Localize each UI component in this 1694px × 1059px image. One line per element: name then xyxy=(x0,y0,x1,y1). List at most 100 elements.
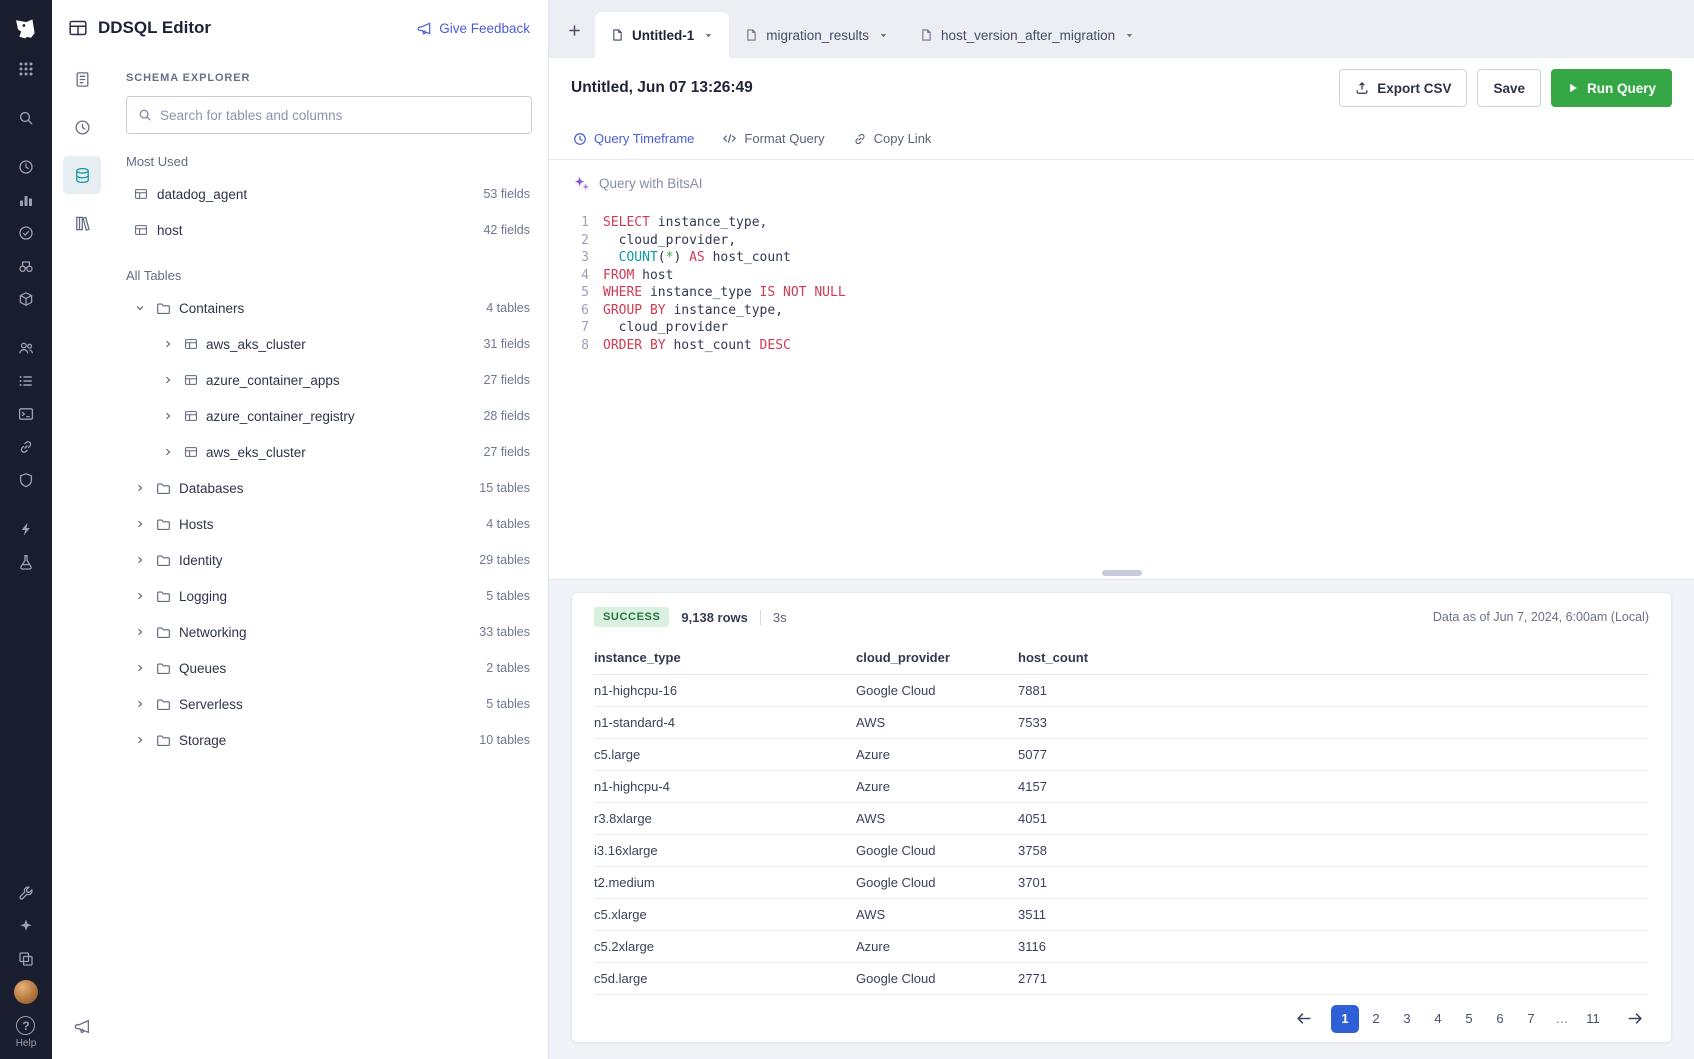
chevron-right-icon[interactable] xyxy=(160,372,176,388)
schema-search[interactable] xyxy=(126,96,532,134)
security-icon[interactable] xyxy=(8,463,44,496)
chevron-right-icon[interactable] xyxy=(132,732,148,748)
table-row-azure-container-registry[interactable]: azure_container_registry28 fields xyxy=(120,398,532,434)
chevron-right-icon[interactable] xyxy=(132,696,148,712)
apps-grid-icon[interactable] xyxy=(8,52,44,85)
page-11[interactable]: 11 xyxy=(1579,1005,1607,1033)
integrations-icon[interactable] xyxy=(8,282,44,315)
page-5[interactable]: 5 xyxy=(1455,1005,1483,1033)
column-header[interactable]: cloud_provider xyxy=(856,650,1018,665)
feedback-megaphone-icon[interactable] xyxy=(63,1007,101,1045)
chevron-right-icon[interactable] xyxy=(132,660,148,676)
chevron-down-icon[interactable] xyxy=(879,31,888,40)
search-input[interactable] xyxy=(160,108,520,123)
cell: 3511 xyxy=(1018,907,1649,922)
sql-editor[interactable]: 12345678 SELECT instance_type, cloud_pro… xyxy=(549,206,1694,566)
logs-icon[interactable] xyxy=(8,364,44,397)
table-row-aws-aks-cluster[interactable]: aws_aks_cluster31 fields xyxy=(120,326,532,362)
page-3[interactable]: 3 xyxy=(1393,1005,1421,1033)
table-row-n1-standard-4[interactable]: n1-standard-4AWS7533 xyxy=(594,707,1649,739)
table-row-c5-xlarge[interactable]: c5.xlargeAWS3511 xyxy=(594,899,1649,931)
most-used-item-host[interactable]: host42 fields xyxy=(120,212,532,248)
labs-icon[interactable] xyxy=(8,545,44,578)
help-button[interactable]: ? Help xyxy=(16,1016,37,1049)
folder-row-storage[interactable]: Storage10 tables xyxy=(120,722,532,758)
query-with-bitsai-button[interactable]: Query with BitsAI xyxy=(549,160,1694,206)
give-feedback-link[interactable]: Give Feedback xyxy=(417,21,530,36)
chevron-right-icon[interactable] xyxy=(160,408,176,424)
status-divider xyxy=(760,610,761,625)
chevron-down-icon[interactable] xyxy=(704,31,713,40)
format-query-button[interactable]: Format Query xyxy=(722,131,824,146)
chevron-down-icon[interactable] xyxy=(132,300,148,316)
chevron-right-icon[interactable] xyxy=(160,444,176,460)
chevron-right-icon[interactable] xyxy=(132,588,148,604)
folder-row-identity[interactable]: Identity29 tables xyxy=(120,542,532,578)
new-tab-button[interactable] xyxy=(557,13,591,47)
datadog-logo[interactable] xyxy=(8,8,44,50)
table-row-r3-8xlarge[interactable]: r3.8xlargeAWS4051 xyxy=(594,803,1649,835)
prev-page-button[interactable] xyxy=(1289,1004,1319,1034)
table-row-c5-2xlarge[interactable]: c5.2xlargeAzure3116 xyxy=(594,931,1649,963)
notebook-icon[interactable] xyxy=(63,60,101,98)
table-row-azure-container-apps[interactable]: azure_container_apps27 fields xyxy=(120,362,532,398)
table-name: host xyxy=(157,223,183,238)
recent-queries-icon[interactable] xyxy=(63,108,101,146)
page-2[interactable]: 2 xyxy=(1362,1005,1390,1033)
search-icon[interactable] xyxy=(8,101,44,134)
folder-row-logging[interactable]: Logging5 tables xyxy=(120,578,532,614)
copy-link-button[interactable]: Copy Link xyxy=(853,131,932,146)
cell: n1-standard-4 xyxy=(594,715,856,730)
monitors-icon[interactable] xyxy=(8,216,44,249)
chevron-right-icon[interactable] xyxy=(132,624,148,640)
chevron-right-icon[interactable] xyxy=(132,480,148,496)
settings-icon[interactable] xyxy=(8,876,44,909)
schema-explorer-icon[interactable] xyxy=(63,156,101,194)
query-timeframe-button[interactable]: Query Timeframe xyxy=(573,131,694,146)
chevron-right-icon[interactable] xyxy=(132,552,148,568)
history-icon[interactable] xyxy=(8,150,44,183)
page-4[interactable]: 4 xyxy=(1424,1005,1452,1033)
user-avatar[interactable] xyxy=(8,975,44,1008)
table-row-t2-medium[interactable]: t2.mediumGoogle Cloud3701 xyxy=(594,867,1649,899)
org-icon[interactable] xyxy=(8,331,44,364)
page-1[interactable]: 1 xyxy=(1331,1005,1359,1033)
library-icon[interactable] xyxy=(63,204,101,242)
export-csv-button[interactable]: Export CSV xyxy=(1339,69,1467,107)
folder-row-databases[interactable]: Databases15 tables xyxy=(120,470,532,506)
table-row-c5-large[interactable]: c5.largeAzure5077 xyxy=(594,739,1649,771)
folder-row-serverless[interactable]: Serverless5 tables xyxy=(120,686,532,722)
page-7[interactable]: 7 xyxy=(1517,1005,1545,1033)
chevron-right-icon[interactable] xyxy=(132,516,148,532)
resize-handle[interactable] xyxy=(1102,570,1142,576)
metrics-icon[interactable] xyxy=(8,183,44,216)
table-row-n1-highcpu-4[interactable]: n1-highcpu-4Azure4157 xyxy=(594,771,1649,803)
bitsai-rail-icon[interactable] xyxy=(8,909,44,942)
column-header[interactable]: host_count xyxy=(1018,650,1649,665)
tab-untitled-1[interactable]: Untitled-1 xyxy=(595,12,729,58)
watchdog-icon[interactable] xyxy=(8,249,44,282)
chevron-down-icon[interactable] xyxy=(1125,31,1134,40)
folder-row-hosts[interactable]: Hosts4 tables xyxy=(120,506,532,542)
table-row-aws-eks-cluster[interactable]: aws_eks_cluster27 fields xyxy=(120,434,532,470)
tab-host-version-after-migration[interactable]: host_version_after_migration xyxy=(904,12,1150,58)
table-row-i3-16xlarge[interactable]: i3.16xlargeGoogle Cloud3758 xyxy=(594,835,1649,867)
save-button[interactable]: Save xyxy=(1477,69,1541,107)
folder-row-queues[interactable]: Queues2 tables xyxy=(120,650,532,686)
table-row-n1-highcpu-16[interactable]: n1-highcpu-16Google Cloud7881 xyxy=(594,675,1649,707)
code-line: COUNT(*) AS host_count xyxy=(603,249,1694,267)
page-6[interactable]: 6 xyxy=(1486,1005,1514,1033)
frames-icon[interactable] xyxy=(8,942,44,975)
run-query-button[interactable]: Run Query xyxy=(1551,69,1672,107)
column-header[interactable]: instance_type xyxy=(594,650,856,665)
events-icon[interactable] xyxy=(8,512,44,545)
table-row-c5d-large[interactable]: c5d.largeGoogle Cloud2771 xyxy=(594,963,1649,995)
apm-icon[interactable] xyxy=(8,397,44,430)
most-used-item-datadog-agent[interactable]: datadog_agent53 fields xyxy=(120,176,532,212)
link-icon[interactable] xyxy=(8,430,44,463)
chevron-right-icon[interactable] xyxy=(160,336,176,352)
folder-row-containers[interactable]: Containers4 tables xyxy=(120,290,532,326)
next-page-button[interactable] xyxy=(1619,1004,1649,1034)
folder-row-networking[interactable]: Networking33 tables xyxy=(120,614,532,650)
tab-migration-results[interactable]: migration_results xyxy=(729,12,904,58)
